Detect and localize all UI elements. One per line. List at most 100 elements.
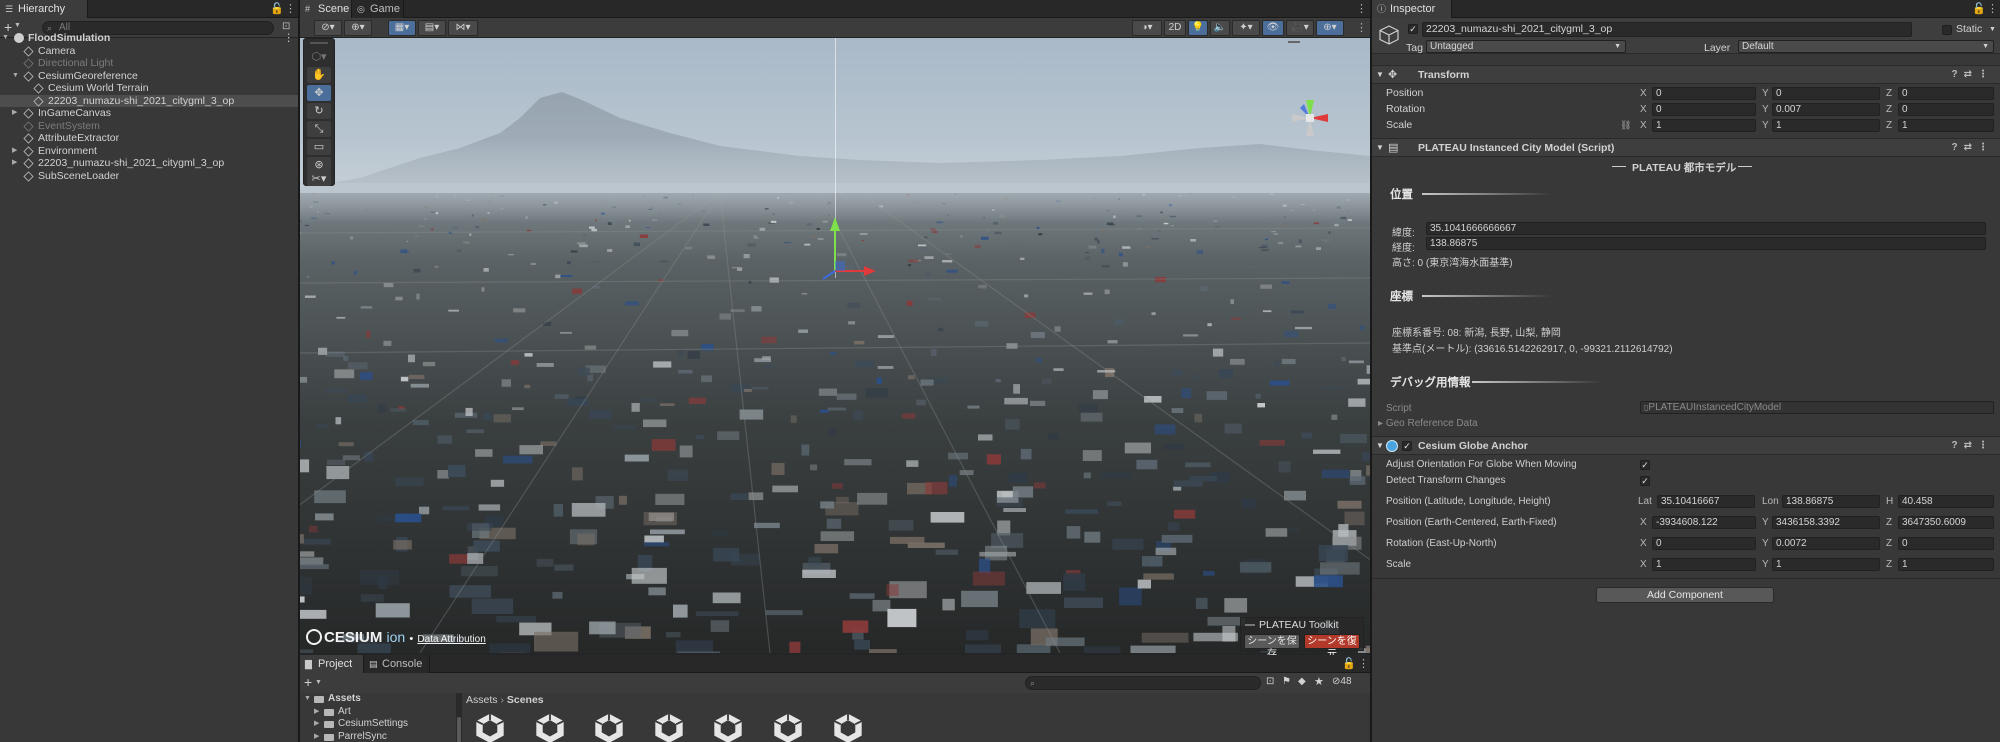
tab-console[interactable]: ▤ Console xyxy=(364,655,430,673)
dropdown-arrow-icon[interactable]: ▼ xyxy=(14,22,21,29)
snap-increment-button[interactable]: ⋈▾ xyxy=(448,20,478,36)
hierarchy-item[interactable]: SubSceneLoader xyxy=(0,170,298,183)
longitude-field[interactable]: 138.86875 xyxy=(1426,237,1986,250)
component-menu-icons[interactable]: ?⇄⋮ xyxy=(1952,139,1995,157)
restore-scene-button[interactable]: シーンを復元 xyxy=(1304,634,1360,655)
collapse-arrow-icon[interactable]: ▶ xyxy=(314,706,319,719)
transform-x-field[interactable]: 0 xyxy=(1652,103,1756,116)
project-folder-item[interactable]: ▶ ParrelSync xyxy=(300,731,456,742)
breadcrumb-assets[interactable]: Assets xyxy=(466,694,498,706)
add-asset-button[interactable]: + xyxy=(304,674,312,690)
globe-anchor-header[interactable]: ▼ ✓ Cesium Globe Anchor ?⇄⋮ xyxy=(1372,436,2000,455)
expand-arrow-icon[interactable]: ▼ xyxy=(2,32,9,45)
transform-tool-icon[interactable]: ⊛ xyxy=(307,157,331,173)
move-gizmo[interactable] xyxy=(798,213,878,293)
object-name-field[interactable]: 22203_numazu-shi_2021_citygml_3_op xyxy=(1422,22,1912,37)
hierarchy-item[interactable]: AttributeExtractor xyxy=(0,132,298,145)
anchor-scale-y-field[interactable]: 1 xyxy=(1772,558,1880,571)
ecef-x-field[interactable]: -3934608.122 xyxy=(1652,516,1756,529)
expand-arrow-icon[interactable]: ▼ xyxy=(304,693,311,706)
tool-handle-button[interactable]: ⊘▾ xyxy=(314,20,342,36)
anchor-latitude-field[interactable]: 35.10416667 xyxy=(1657,495,1755,508)
collapse-arrow-icon[interactable]: ▶ xyxy=(314,731,319,742)
scene-viewport[interactable]: ⬡▾ ✋ ✥ ↻ ⤡ ▭ ⊛ ✂▾ CESIUM ion • Data Attr… xyxy=(300,38,1370,655)
global-local-button[interactable]: ⊕▾ xyxy=(344,20,372,36)
save-scene-button[interactable]: シーンを保存 xyxy=(1244,634,1300,655)
collapse-arrow-icon[interactable]: ▶ xyxy=(12,145,17,158)
kebab-menu-icon[interactable]: ⋮ xyxy=(1987,2,1998,16)
search-filter-icon[interactable]: ⊡ xyxy=(282,21,290,32)
expand-arrow-icon[interactable]: ▼ xyxy=(12,70,19,83)
static-dropdown-arrow[interactable]: ▼ xyxy=(1989,26,1996,33)
foldout-arrow-icon[interactable]: ▼ xyxy=(1376,139,1384,157)
grid-snap-button[interactable]: ▦▾ xyxy=(388,20,416,36)
project-folder-item[interactable]: ▶ Art xyxy=(300,706,456,719)
component-menu-icons[interactable]: ?⇄⋮ xyxy=(1952,66,1995,84)
kebab-menu-icon[interactable]: ⋮ xyxy=(1356,21,1367,34)
tab-inspector[interactable]: ⓘ Inspector xyxy=(1372,0,1452,18)
collapse-arrow-icon[interactable]: ▶ xyxy=(12,157,17,170)
audio-toggle-button[interactable]: 🔈 xyxy=(1210,20,1230,36)
unity-scene-asset-icon[interactable] xyxy=(470,711,510,742)
hand-tool-icon[interactable]: ✋ xyxy=(307,67,331,83)
search-by-type-icon[interactable]: ⊡ xyxy=(1266,676,1274,687)
dropdown-arrow-icon[interactable]: ▼ xyxy=(315,679,322,686)
data-attribution-link[interactable]: Data Attribution xyxy=(417,634,485,645)
hierarchy-item[interactable]: ▶ InGameCanvas xyxy=(0,107,298,120)
kebab-menu-icon[interactable]: ⋮ xyxy=(284,32,295,45)
kebab-menu-icon[interactable]: ⋮ xyxy=(1358,657,1369,671)
hierarchy-item[interactable]: ▶ Environment xyxy=(0,145,298,158)
shading-mode-button[interactable]: ◑▾ xyxy=(1132,20,1162,36)
kebab-menu-icon[interactable]: ⋮ xyxy=(1356,2,1367,16)
hierarchy-item[interactable]: ▶ 22203_numazu-shi_2021_citygml_3_op xyxy=(0,157,298,170)
foldout-arrow-icon[interactable]: ▼ xyxy=(1376,437,1384,455)
gizmos-button[interactable]: ⊕▾ xyxy=(1316,20,1344,36)
detect-transform-checkbox[interactable]: ✓ xyxy=(1640,476,1650,486)
unity-scene-asset-icon[interactable] xyxy=(589,711,629,742)
camera-settings-button[interactable]: 🎥▾ xyxy=(1286,20,1314,36)
transform-y-field[interactable]: 0.007 xyxy=(1772,103,1880,116)
anchor-scale-z-field[interactable]: 1 xyxy=(1898,558,1994,571)
hidden-objects-button[interactable]: 👁 xyxy=(1262,20,1284,36)
tab-game[interactable]: ◎ Game xyxy=(352,0,404,18)
hierarchy-item[interactable]: 22203_numazu-shi_2021_citygml_3_op xyxy=(0,94,298,107)
transform-x-field[interactable]: 1 xyxy=(1652,119,1756,132)
orientation-gizmo[interactable] xyxy=(1280,88,1340,148)
anchor-height-field[interactable]: 40.458 xyxy=(1898,495,1994,508)
tab-scene[interactable]: # Scene xyxy=(300,0,352,18)
foldout-arrow-icon[interactable]: ▼ xyxy=(1376,66,1384,84)
hierarchy-item[interactable]: Directional Light xyxy=(0,57,298,70)
tag-icon[interactable]: ◆ xyxy=(1298,676,1306,687)
collapse-arrow-icon[interactable]: ▶ xyxy=(314,718,319,731)
kebab-menu-icon[interactable]: ⋮ xyxy=(285,2,296,16)
move-tool-icon[interactable]: ✥ xyxy=(307,85,331,101)
project-search-input[interactable]: ⌕ xyxy=(1025,676,1261,690)
lock-icon[interactable]: 🔓 xyxy=(270,2,284,16)
globe-anchor-enabled-checkbox[interactable]: ✓ xyxy=(1402,441,1412,451)
unity-scene-asset-icon[interactable] xyxy=(649,711,689,742)
breadcrumb-scenes[interactable]: Scenes xyxy=(507,694,544,706)
hierarchy-item[interactable]: ▼ CesiumGeoreference xyxy=(0,70,298,83)
transform-z-field[interactable]: 1 xyxy=(1898,119,1994,132)
project-tree-scrollbar[interactable] xyxy=(456,693,462,742)
unity-scene-asset-icon[interactable] xyxy=(530,711,570,742)
hidden-packages-icon[interactable]: ⊘48 xyxy=(1332,676,1352,687)
add-component-button[interactable]: Add Component xyxy=(1596,587,1774,603)
anchor-longitude-field[interactable]: 138.86875 xyxy=(1782,495,1880,508)
scale-tool-icon[interactable]: ⤡ xyxy=(307,121,331,137)
object-active-checkbox[interactable]: ✓ xyxy=(1408,24,1418,34)
hierarchy-item[interactable]: EventSystem xyxy=(0,120,298,133)
effects-button[interactable]: ✦▾ xyxy=(1232,20,1260,36)
lock-icon[interactable]: 🔓 xyxy=(1972,2,1986,16)
latitude-field[interactable]: 35.1041666666667 xyxy=(1426,222,1986,235)
lock-icon[interactable]: 🔓 xyxy=(1342,657,1356,671)
enu-rot-x-field[interactable]: 0 xyxy=(1652,537,1756,550)
palette-grip[interactable] xyxy=(310,42,328,44)
enu-rot-z-field[interactable]: 0 xyxy=(1898,537,1994,550)
rect-tool-icon[interactable]: ▭ xyxy=(307,139,331,155)
geo-reference-foldout[interactable]: ▸ Geo Reference Data xyxy=(1378,418,1478,429)
rotate-tool-icon[interactable]: ↻ xyxy=(307,103,331,119)
hierarchy-item[interactable]: Camera xyxy=(0,45,298,58)
tool-view-button[interactable]: ⬡▾ xyxy=(307,49,331,65)
static-checkbox[interactable] xyxy=(1942,25,1952,35)
